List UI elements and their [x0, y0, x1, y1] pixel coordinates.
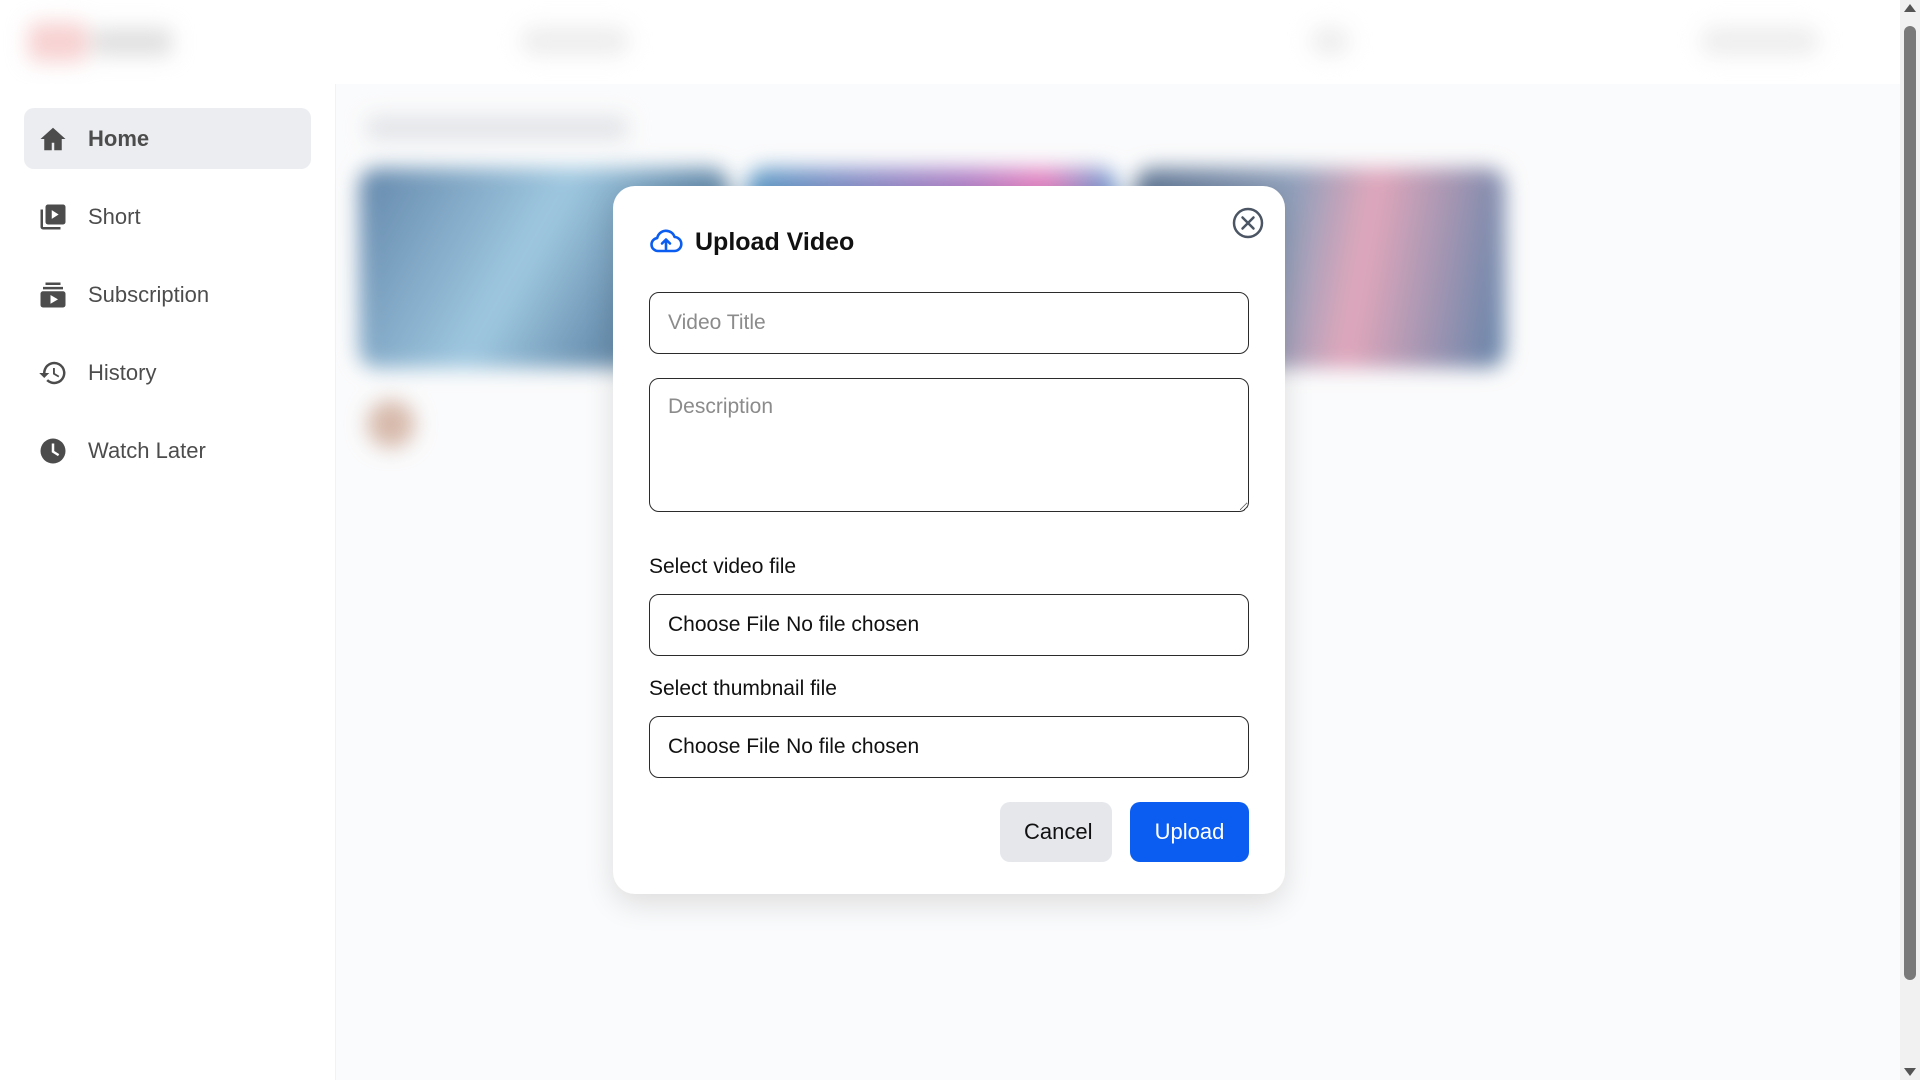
thumbnail-file-label: Select thumbnail file	[649, 677, 837, 700]
thumbnail-file-input[interactable]: Choose File No file chosen	[649, 716, 1249, 778]
modal-title: Upload Video	[695, 227, 855, 256]
upload-button[interactable]: Upload	[1130, 802, 1249, 862]
video-file-label: Select video file	[649, 555, 797, 578]
video-title-input[interactable]	[649, 292, 1249, 354]
cloud-upload-icon	[650, 229, 683, 253]
scrollbar-thumb[interactable]	[1904, 26, 1916, 980]
file-status-text: No file chosen	[786, 613, 920, 636]
close-circle-icon[interactable]	[1231, 206, 1265, 240]
scroll-up-arrow-icon[interactable]	[1904, 4, 1916, 12]
file-status-text: No file chosen	[786, 735, 920, 758]
scroll-down-arrow-icon[interactable]	[1904, 1068, 1916, 1076]
choose-file-button[interactable]: Choose File	[668, 613, 780, 637]
modal-header: Upload Video	[649, 222, 1249, 262]
page-scrollbar[interactable]	[1900, 0, 1920, 1080]
video-file-input[interactable]: Choose File No file chosen	[649, 594, 1249, 656]
upload-video-modal: Upload Video Select video file Choose Fi…	[613, 186, 1285, 894]
choose-file-button[interactable]: Choose File	[668, 735, 780, 759]
modal-actions: Cancel Upload	[649, 802, 1249, 862]
cancel-button[interactable]: Cancel	[1000, 802, 1112, 862]
description-textarea[interactable]	[649, 378, 1249, 512]
